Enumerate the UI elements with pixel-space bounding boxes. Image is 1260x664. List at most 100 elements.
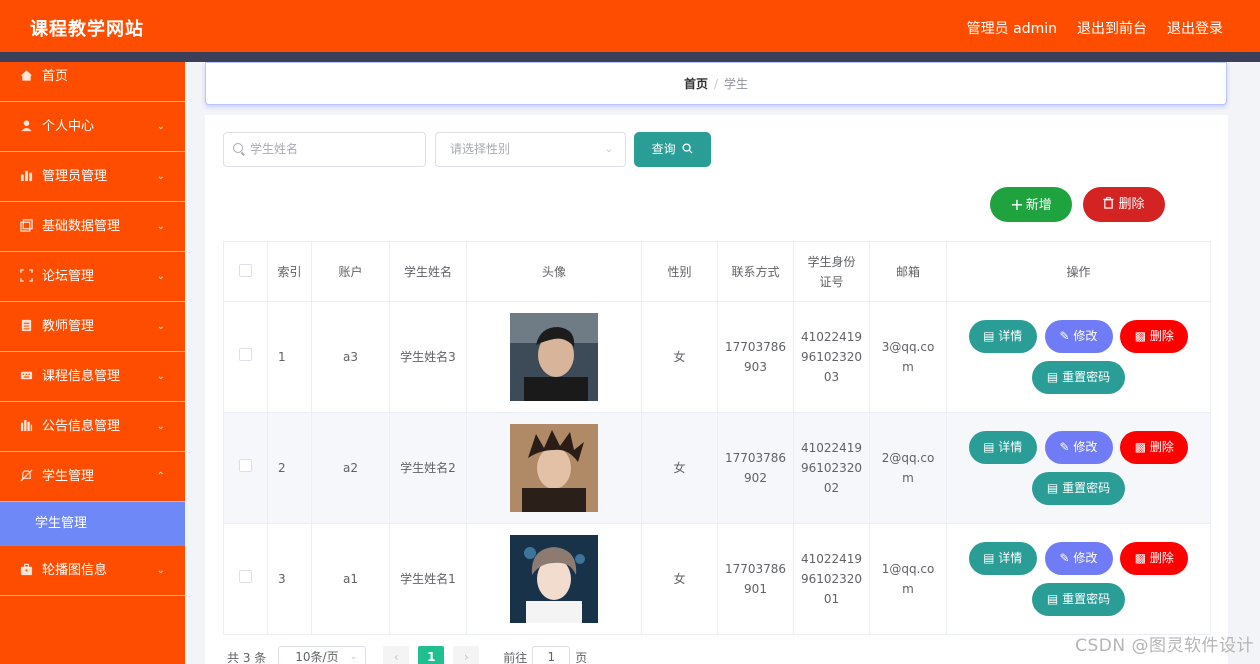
list-panel: 学生姓名 请选择性别 ⌄ 查询 + 新增 删除 索引 账户 学生姓名 头像 性别… (205, 115, 1228, 664)
sidebar-item-notice-info[interactable]: 公告信息管理 ⌄ (0, 402, 185, 452)
sidebar-item-label: 轮播图信息 (42, 563, 108, 578)
sidebar-item-course-info[interactable]: 课程信息管理 ⌄ (0, 352, 185, 402)
cell-id-card: 410224199610232003 (800, 330, 863, 384)
search-icon (682, 143, 693, 154)
main-content: 首页 / 学生 学生姓名 请选择性别 ⌄ 查询 + 新增 删除 索引 账户 学生… (185, 62, 1260, 664)
cell-phone: 17703786902 (724, 451, 787, 485)
cell-email: 3@qq.com (881, 340, 935, 374)
cell-index: 2 (267, 412, 312, 524)
gender-select[interactable]: 请选择性别 ⌄ (435, 132, 626, 167)
data-icon (20, 419, 33, 432)
fullscreen-icon (20, 269, 33, 282)
table-row: 3 a1 学生姓名1 女 17703786901 410224199610232… (223, 523, 1211, 635)
page-number-current[interactable]: 1 (418, 646, 445, 664)
edit-button[interactable]: ✎ 修改 (1044, 542, 1113, 575)
cell-name: 学生姓名2 (389, 412, 467, 524)
next-page-button[interactable]: › (453, 646, 480, 664)
cell-name: 学生姓名1 (389, 523, 467, 635)
breadcrumb-current: 学生 (724, 77, 749, 91)
back-to-front-link[interactable]: 退出到前台 (1077, 18, 1147, 38)
search-icon (233, 143, 243, 153)
row-checkbox[interactable] (239, 459, 252, 472)
detail-button[interactable]: ▤ 详情 (968, 542, 1037, 575)
trash-icon: ▩ (1134, 329, 1150, 343)
batch-delete-button[interactable]: 删除 (1083, 187, 1165, 222)
chevron-down-icon: ⌄ (349, 652, 358, 662)
cell-email: 2@qq.com (881, 451, 935, 485)
cell-name: 学生姓名3 (389, 301, 467, 413)
student-name-search-input[interactable]: 学生姓名 (223, 132, 426, 167)
reset-password-button[interactable]: ▤ 重置密码 (1032, 583, 1125, 616)
sidebar-item-carousel[interactable]: 轮播图信息 ⌄ (0, 546, 185, 596)
user-icon (21, 120, 32, 132)
site-title: 课程教学网站 (30, 19, 144, 40)
delete-button[interactable]: ▩ 删除 (1120, 320, 1189, 353)
cell-phone: 17703786901 (724, 562, 787, 596)
sidebar-item-personal-center[interactable]: 个人中心 ⌄ (0, 102, 185, 152)
sidebar: 首页 个人中心 ⌄ 管理员管理 ⌄ 基础数据管理 ⌄ 论坛管理 ⌄ 教师管理 ⌄… (0, 62, 185, 664)
avatar (510, 535, 598, 623)
add-button[interactable]: + 新增 (990, 187, 1072, 222)
goto-label: 前往 (503, 650, 528, 664)
edit-button[interactable]: ✎ 修改 (1044, 431, 1113, 464)
sidebar-item-forum[interactable]: 论坛管理 ⌄ (0, 252, 185, 302)
page-size-select[interactable]: 10条/页 ⌄ (278, 646, 367, 664)
column-header: 联系方式 (717, 241, 794, 302)
column-header: 索引 (267, 241, 312, 302)
reset-password-button[interactable]: ▤ 重置密码 (1032, 472, 1125, 505)
delete-button[interactable]: ▩ 删除 (1120, 542, 1189, 575)
cell-account: a3 (311, 301, 390, 413)
detail-button[interactable]: ▤ 详情 (968, 320, 1037, 353)
document-icon (21, 319, 32, 332)
bar-chart-icon (20, 170, 33, 182)
edit-button[interactable]: ✎ 修改 (1044, 320, 1113, 353)
trash-icon: ▩ (1134, 440, 1150, 454)
cell-email: 1@qq.com (881, 562, 935, 596)
student-table: 索引 账户 学生姓名 头像 性别 联系方式 学生身份证号 邮箱 操作 1 a3 … (223, 241, 1211, 635)
breadcrumb-home[interactable]: 首页 (684, 77, 708, 91)
breadcrumb: 首页 / 学生 (205, 62, 1227, 105)
prev-page-button[interactable]: ‹ (383, 646, 410, 664)
sidebar-item-student-manage[interactable]: 学生管理 ⌃ (0, 452, 185, 502)
detail-button[interactable]: ▤ 详情 (968, 431, 1037, 464)
query-label: 查询 (651, 142, 676, 156)
cell-index: 3 (267, 523, 312, 635)
pencil-icon: ✎ (1059, 440, 1074, 454)
plus-icon: + (1010, 195, 1024, 214)
sidebar-subitem-student-manage[interactable]: 学生管理 (0, 502, 185, 546)
row-checkbox[interactable] (239, 570, 252, 583)
column-header: 学生身份证号 (793, 241, 870, 302)
sidebar-item-label: 首页 (42, 69, 69, 84)
sidebar-item-label: 管理员管理 (42, 169, 108, 184)
logout-link[interactable]: 退出登录 (1167, 18, 1223, 38)
cell-phone: 17703786903 (724, 340, 787, 374)
trash-icon: ▩ (1134, 551, 1150, 565)
cell-index: 1 (267, 301, 312, 413)
no-bell-icon (20, 469, 33, 482)
query-button[interactable]: 查询 (634, 132, 711, 167)
column-header: 账户 (311, 241, 390, 302)
sidebar-item-label: 课程信息管理 (42, 369, 121, 384)
gender-placeholder: 请选择性别 (450, 142, 511, 156)
delete-button[interactable]: ▩ 删除 (1120, 431, 1189, 464)
copy-icon (20, 219, 33, 232)
sidebar-item-basic-data[interactable]: 基础数据管理 ⌄ (0, 202, 185, 252)
sidebar-item-label: 公告信息管理 (42, 419, 121, 434)
admin-label[interactable]: 管理员 admin (967, 18, 1057, 38)
row-checkbox[interactable] (239, 348, 252, 361)
chevron-down-icon: ⌄ (604, 144, 613, 155)
chevron-down-icon: ⌄ (156, 221, 165, 232)
table-row: 2 a2 学生姓名2 女 17703786902 410224199610232… (223, 412, 1211, 524)
avatar (510, 313, 598, 401)
detail-icon: ▤ (983, 551, 999, 565)
sidebar-item-teacher[interactable]: 教师管理 ⌄ (0, 302, 185, 352)
sidebar-item-home[interactable]: 首页 (0, 62, 185, 102)
sidebar-item-label: 教师管理 (42, 319, 95, 334)
reset-password-button[interactable]: ▤ 重置密码 (1032, 361, 1125, 394)
header-links: 管理员 admin 退出到前台 退出登录 (967, 18, 1223, 38)
cell-id-card: 410224199610232002 (800, 441, 863, 495)
goto-page-input[interactable]: 1 (532, 646, 571, 664)
sidebar-item-admin-manage[interactable]: 管理员管理 ⌄ (0, 152, 185, 202)
select-all-checkbox[interactable] (239, 263, 252, 277)
chevron-down-icon: ⌄ (156, 371, 165, 382)
